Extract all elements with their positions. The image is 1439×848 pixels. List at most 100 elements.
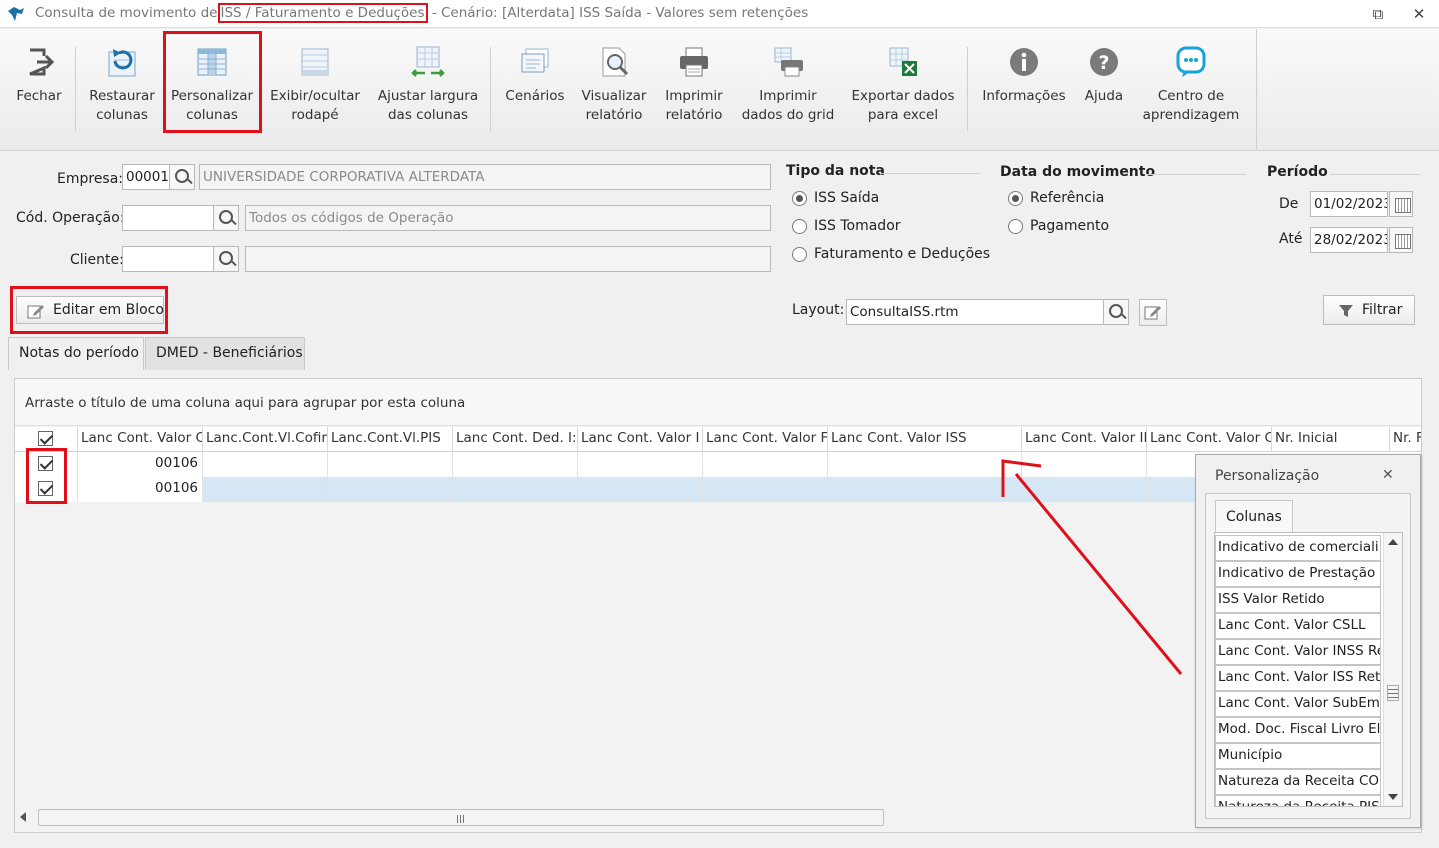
ajuda-button[interactable]: ? Ajuda [1076, 29, 1132, 139]
radio-iss-saida[interactable] [792, 191, 807, 206]
fechar-button[interactable]: Fechar [8, 29, 70, 139]
column-header[interactable]: Lanc Cont. Valor II [1022, 427, 1147, 452]
scroll-down-icon[interactable] [1388, 794, 1398, 800]
column-header[interactable]: Lanc.Cont.Vl.Cofir [203, 427, 328, 452]
layout-edit-button[interactable] [1139, 299, 1167, 326]
column-header[interactable]: Lanc.Cont.Vl.PIS [328, 427, 453, 452]
imprimir-dados-grid-button[interactable]: Imprimir dados do grid [738, 29, 838, 139]
column-list-item[interactable]: Lanc Cont. Valor CSLL [1215, 613, 1381, 639]
periodo-title: Período [1267, 164, 1328, 180]
column-header[interactable]: Lanc Cont. Valor C [1147, 427, 1272, 452]
scroll-left-icon[interactable] [20, 812, 26, 822]
tipo-nota-title: Tipo da nota [786, 163, 885, 179]
visualizar-relatorio-button[interactable]: Visualizar relatório [576, 29, 652, 139]
personalizacao-panel: Personalização ✕ Colunas Indicativo de c… [1195, 454, 1421, 828]
column-list-item[interactable]: Lanc Cont. Valor SubEm [1215, 691, 1381, 717]
personalizacao-title: Personalização [1215, 468, 1320, 484]
cenarios-button[interactable]: Cenários [500, 29, 570, 139]
informacoes-button[interactable]: Informações [976, 29, 1072, 139]
scroll-thumb[interactable] [1387, 685, 1399, 701]
tab-colunas[interactable]: Colunas [1215, 500, 1293, 533]
operacao-search-icon[interactable] [213, 205, 239, 231]
column-header[interactable]: Nr. Inicial [1272, 427, 1390, 452]
grid-header: Lanc Cont. Valor C Lanc.Cont.Vl.Cofir La… [15, 427, 1421, 452]
operacao-label: Cód. Operação: [16, 210, 125, 226]
layout-label: Layout: [792, 302, 845, 318]
select-all-checkbox[interactable] [38, 431, 53, 446]
periodo-de-calendar-icon[interactable] [1389, 191, 1413, 217]
column-list-item[interactable]: ISS Valor Retido [1215, 587, 1381, 613]
svg-text:?: ? [1098, 52, 1109, 74]
radio-referencia[interactable] [1008, 191, 1023, 206]
empresa-name-field: UNIVERSIDADE CORPORATIVA ALTERDATA [199, 164, 771, 190]
radio-pagamento-label: Pagamento [1030, 218, 1110, 234]
tab-notas-periodo[interactable]: Notas do período [8, 337, 144, 370]
highlight-personalizar [163, 31, 262, 133]
exit-icon [29, 48, 55, 76]
columns-vertical-scrollbar[interactable] [1383, 533, 1402, 806]
column-list-item[interactable]: Natureza da Receita PIS [1215, 795, 1381, 806]
close-icon[interactable]: ✕ [1382, 467, 1394, 483]
horizontal-scrollbar[interactable] [14, 808, 1194, 828]
scroll-up-icon[interactable] [1388, 539, 1398, 545]
radio-faturamento-deducoes[interactable] [792, 247, 807, 262]
cliente-search-icon[interactable] [213, 246, 239, 272]
column-list-item[interactable]: Mod. Doc. Fiscal Livro El [1215, 717, 1381, 743]
highlight-editar-bloco [10, 286, 168, 334]
filter-icon [1339, 305, 1353, 317]
periodo-de-label: De [1279, 196, 1299, 212]
column-list-item[interactable]: Natureza da Receita COF [1215, 769, 1381, 795]
column-list-item[interactable]: Indicativo de comerciali [1215, 535, 1381, 561]
layout-input[interactable]: ConsultaISS.rtm [846, 299, 1104, 325]
close-window-button[interactable]: ✕ [1409, 4, 1429, 24]
learning-center-icon [1176, 46, 1206, 77]
exportar-excel-button[interactable]: Exportar dados para excel [848, 29, 958, 139]
filtrar-button[interactable]: Filtrar [1323, 295, 1415, 325]
empresa-code-input[interactable]: 00001 [122, 164, 170, 190]
scenarios-icon [521, 48, 549, 73]
empresa-label: Empresa: [57, 171, 124, 187]
group-by-area[interactable]: Arraste o título de uma coluna aqui para… [15, 379, 1421, 426]
tab-dmed-beneficiarios[interactable]: DMED - Beneficiários [145, 337, 305, 370]
column-header[interactable]: Lanc Cont. Ded. I: [453, 427, 578, 452]
radio-referencia-label: Referência [1030, 190, 1105, 206]
exibir-ocultar-rodape-button[interactable]: Exibir/ocultar rodapé [266, 29, 364, 139]
periodo-de-input[interactable]: 01/02/2023 [1310, 191, 1388, 217]
centro-aprendizagem-button[interactable]: Centro de aprendizagem [1136, 29, 1246, 139]
row-value: 00106 [78, 452, 203, 477]
radio-pagamento[interactable] [1008, 219, 1023, 234]
periodo-ate-calendar-icon[interactable] [1389, 227, 1413, 253]
scroll-thumb[interactable] [38, 809, 884, 826]
cliente-code-input[interactable] [122, 246, 214, 272]
restore-columns-icon [108, 49, 136, 77]
column-header[interactable]: Lanc Cont. Valor I [578, 427, 703, 452]
title-bar: Consulta de movimento de ISS / Faturament… [0, 0, 1439, 28]
footer-toggle-icon [301, 48, 329, 76]
column-list-item[interactable]: Indicativo de Prestação [1215, 561, 1381, 587]
column-header[interactable]: Lanc Cont. Valor F [703, 427, 828, 452]
group-by-hint: Arraste o título de uma coluna aqui para… [25, 395, 466, 411]
empresa-search-icon[interactable] [169, 164, 195, 190]
data-movimento-title: Data do movimento [1000, 164, 1156, 180]
column-list-item[interactable]: Lanc Cont. Valor ISS Reti [1215, 665, 1381, 691]
cliente-name-field [245, 246, 771, 272]
layout-search-icon[interactable] [1103, 299, 1129, 325]
radio-iss-saida-label: ISS Saída [814, 190, 880, 206]
restore-window-button[interactable]: ⧉ [1368, 4, 1388, 24]
adjust-width-icon [411, 46, 445, 77]
toolbar: Fechar Restaurar colunas Personalizar colu… [0, 29, 1439, 151]
ajustar-largura-button[interactable]: Ajustar largura das colunas [374, 29, 482, 139]
column-header[interactable]: Nr. F [1390, 427, 1421, 452]
operacao-code-input[interactable] [122, 205, 214, 231]
edit-layout-icon [1144, 306, 1161, 320]
restaurar-colunas-button[interactable]: Restaurar colunas [82, 29, 162, 139]
imprimir-relatorio-button[interactable]: Imprimir relatório [656, 29, 732, 139]
periodo-ate-input[interactable]: 28/02/2023 [1310, 227, 1388, 253]
column-list-item[interactable]: Município [1215, 743, 1381, 769]
radio-iss-tomador[interactable] [792, 219, 807, 234]
column-header[interactable]: Lanc Cont. Valor C [78, 427, 203, 452]
column-header[interactable]: Lanc Cont. Valor ISS [828, 427, 1022, 452]
help-icon: ? [1090, 48, 1118, 76]
operacao-name-field: Todos os códigos de Operação [245, 205, 771, 231]
column-list-item[interactable]: Lanc Cont. Valor INSS Re [1215, 639, 1381, 665]
